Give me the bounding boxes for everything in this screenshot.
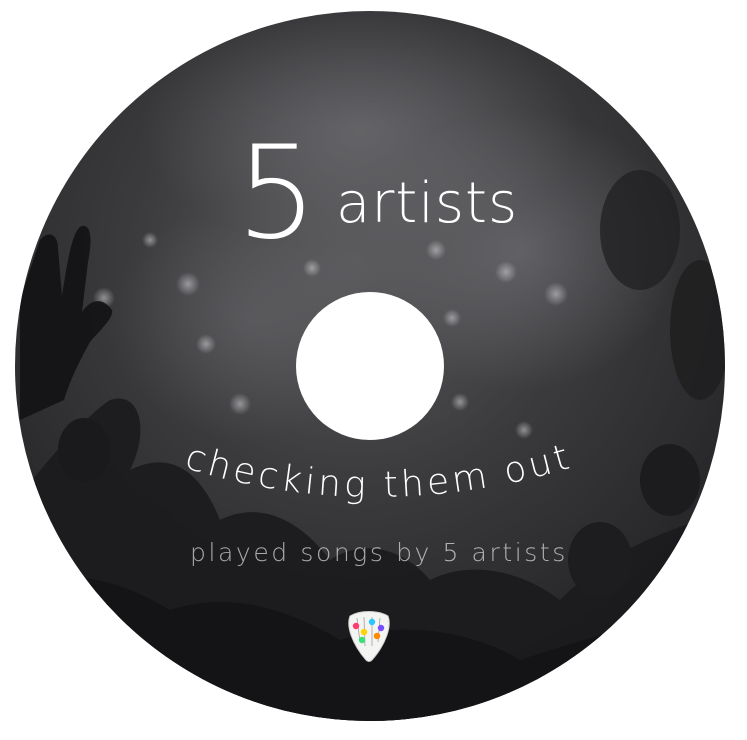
- subtitle: played songs by 5 artists: [190, 538, 568, 567]
- cd-label: checking them out 5 artists played songs…: [0, 0, 747, 740]
- cd-disc-artwork: checking them out: [15, 11, 725, 721]
- artist-count-word: artists: [336, 171, 519, 236]
- artist-count: 5: [236, 119, 317, 268]
